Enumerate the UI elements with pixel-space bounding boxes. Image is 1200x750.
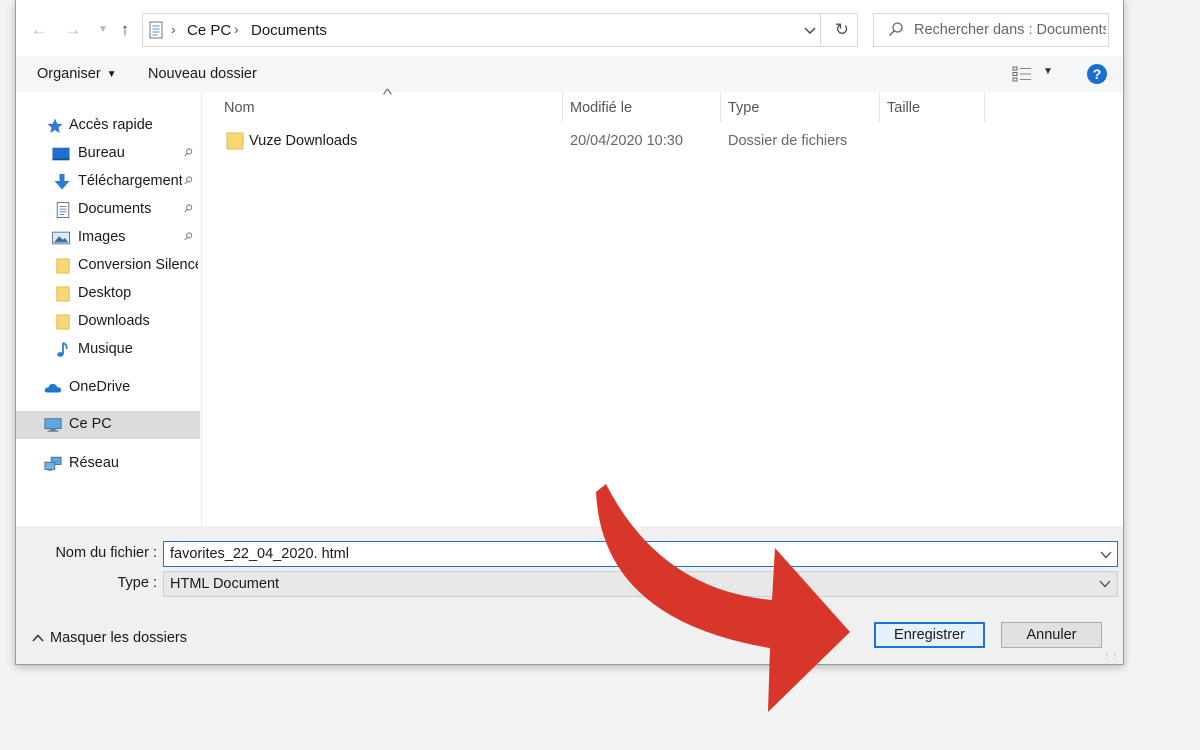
view-caret-down-icon[interactable]: ▼: [1043, 66, 1053, 77]
save-panel: Nom du fichier : Type : HTML Document Ma…: [16, 526, 1123, 664]
column-header-modified[interactable]: Modifié le: [570, 100, 632, 116]
computer-icon: [44, 418, 62, 432]
sort-ascending-icon: ˄: [381, 85, 394, 99]
sidebar-item-label: Conversion Silence: [78, 257, 198, 273]
help-icon[interactable]: ?: [1087, 64, 1107, 84]
folder-icon: [56, 314, 70, 330]
cancel-button[interactable]: Annuler: [1001, 622, 1102, 648]
address-dropdown-chevron-icon[interactable]: [803, 23, 817, 37]
column-header-type[interactable]: Type: [728, 100, 759, 116]
download-arrow-icon: [54, 174, 70, 190]
resize-grip-icon[interactable]: ⋮⋮: [1103, 651, 1119, 660]
pin-icon: ⚲: [180, 201, 195, 216]
column-divider[interactable]: [984, 92, 985, 122]
type-select[interactable]: HTML Document: [163, 571, 1118, 597]
network-icon: [44, 456, 62, 471]
folder-icon: [56, 258, 70, 274]
folder-icon: [56, 286, 70, 302]
sidebar-item-label: Bureau: [78, 145, 125, 161]
sidebar-item-musique[interactable]: Musique: [16, 336, 200, 364]
address-bar[interactable]: › Ce PC › Documents ↻: [142, 13, 858, 47]
search-icon: [889, 22, 903, 36]
back-arrow-icon[interactable]: ←: [28, 19, 50, 41]
column-header-size[interactable]: Taille: [887, 100, 920, 116]
up-arrow-icon[interactable]: ↑: [114, 19, 136, 41]
chevron-down-icon[interactable]: [1100, 550, 1112, 560]
navigation-pane: Accès rapide Bureau ⚲ Téléchargements ⚲: [16, 92, 202, 526]
forward-arrow-icon[interactable]: →: [62, 19, 84, 41]
sidebar-item-label: Desktop: [78, 285, 132, 301]
new-folder-button[interactable]: Nouveau dossier: [148, 66, 257, 82]
folder-icon: [226, 132, 244, 150]
pin-icon: ⚲: [180, 229, 195, 244]
save-dialog: ← → ▼ ↑ › Ce PC › Documents ↻ Organiser ▼…: [15, 0, 1124, 665]
file-row[interactable]: Vuze Downloads 20/04/2020 10:30 Dossier …: [221, 128, 981, 156]
filename-label: Nom du fichier :: [55, 545, 157, 561]
sidebar-item-label: Réseau: [69, 455, 119, 471]
organize-label: Organiser: [37, 66, 101, 82]
file-type: Dossier de fichiers: [728, 133, 848, 149]
file-name: Vuze Downloads: [249, 133, 358, 149]
sidebar-item-acces-rapide[interactable]: Accès rapide: [16, 112, 200, 140]
column-divider[interactable]: [879, 92, 880, 122]
sidebar-item-label: Ce PC: [69, 416, 112, 432]
pin-icon: ⚲: [180, 145, 195, 160]
sidebar-item-ce-pc[interactable]: Ce PC: [16, 411, 200, 439]
pin-icon: ⚲: [180, 173, 195, 188]
star-icon: [47, 118, 63, 133]
sidebar-item-label: Downloads: [78, 313, 150, 329]
search-input[interactable]: [914, 20, 1106, 40]
sidebar-item-reseau[interactable]: Réseau: [16, 450, 200, 478]
hide-folders-label: Masquer les dossiers: [50, 630, 187, 646]
sidebar-item-documents[interactable]: Documents ⚲: [16, 196, 200, 224]
column-divider[interactable]: [720, 92, 721, 122]
sidebar-item-onedrive[interactable]: OneDrive: [16, 374, 200, 402]
search-box[interactable]: [873, 13, 1109, 47]
breadcrumb-ce-pc[interactable]: Ce PC: [187, 22, 231, 39]
save-button[interactable]: Enregistrer: [874, 622, 985, 648]
sidebar-item-telechargements[interactable]: Téléchargements ⚲: [16, 168, 200, 196]
type-select-value: HTML Document: [170, 576, 280, 592]
command-bar: Organiser ▼ Nouveau dossier ▼ ?: [16, 56, 1123, 92]
type-label: Type :: [117, 575, 158, 591]
sidebar-item-downloads[interactable]: Downloads: [16, 308, 200, 336]
chevron-down-icon: [1099, 580, 1111, 588]
sidebar-item-label: Téléchargements: [78, 173, 182, 189]
view-options-icon[interactable]: [1012, 66, 1032, 82]
sidebar-item-label: Images: [78, 229, 126, 245]
desktop-icon: [52, 147, 70, 161]
refresh-icon[interactable]: ↻: [835, 20, 849, 40]
sidebar-item-desktop[interactable]: Desktop: [16, 280, 200, 308]
sidebar-item-bureau[interactable]: Bureau ⚲: [16, 140, 200, 168]
sidebar-item-label: Documents: [78, 201, 152, 217]
breadcrumb-documents[interactable]: Documents: [251, 22, 327, 39]
column-header-name[interactable]: Nom: [224, 100, 255, 116]
sidebar-item-label: Musique: [78, 341, 133, 357]
breadcrumb-separator-icon: ›: [171, 21, 176, 37]
filename-field[interactable]: [163, 541, 1118, 567]
caret-down-icon: ▼: [106, 69, 117, 80]
sidebar-item-conversion-silence[interactable]: Conversion Silence: [16, 252, 200, 280]
chevron-up-icon: [32, 634, 44, 642]
document-icon: [56, 202, 70, 218]
cloud-icon: [44, 383, 62, 393]
sidebar-item-label: Accès rapide: [69, 117, 153, 133]
column-divider[interactable]: [562, 92, 563, 122]
document-location-icon: [149, 21, 163, 39]
organize-button[interactable]: Organiser ▼: [37, 66, 117, 82]
music-note-icon: [57, 342, 68, 357]
image-icon: [52, 231, 70, 245]
recent-locations-chevron-icon[interactable]: ▼: [92, 19, 114, 41]
hide-folders-toggle[interactable]: Masquer les dossiers: [32, 630, 187, 646]
sidebar-item-images[interactable]: Images ⚲: [16, 224, 200, 252]
sidebar-item-label: OneDrive: [69, 379, 131, 395]
breadcrumb-separator-icon: ›: [234, 21, 239, 37]
file-modified: 20/04/2020 10:30: [570, 133, 683, 149]
filename-input[interactable]: [170, 545, 1090, 563]
address-divider: [820, 14, 821, 46]
